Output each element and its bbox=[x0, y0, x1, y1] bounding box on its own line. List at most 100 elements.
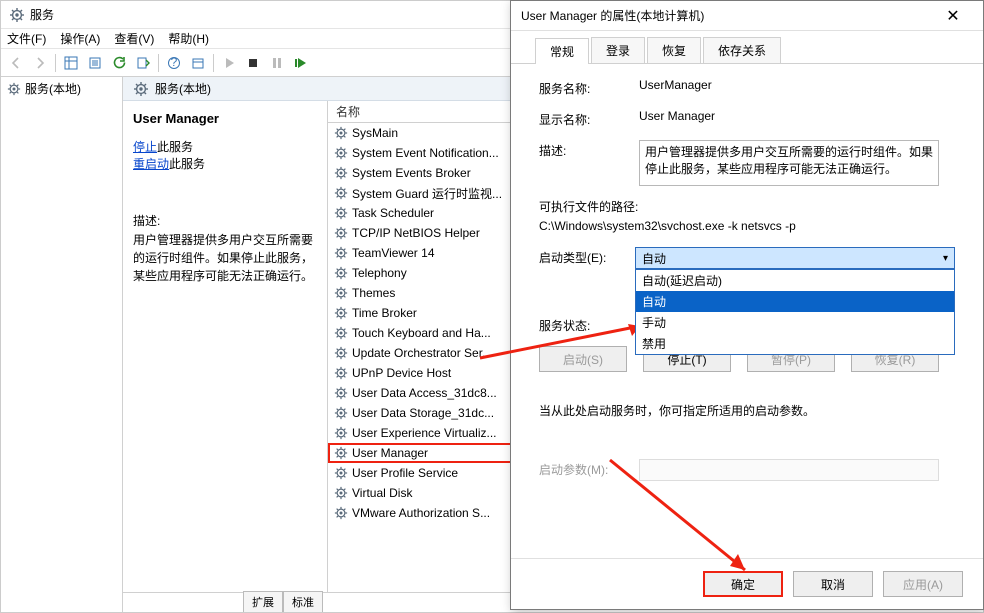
service-name: SysMain bbox=[352, 126, 398, 140]
tree-root-item[interactable]: 服务(本地) bbox=[1, 79, 122, 98]
gear-icon bbox=[334, 166, 348, 180]
pause-service-button bbox=[266, 52, 288, 74]
exe-path-label: 可执行文件的路径: bbox=[539, 198, 955, 215]
gear-icon bbox=[334, 226, 348, 240]
menu-help[interactable]: 帮助(H) bbox=[168, 30, 209, 47]
param-label: 启动参数(M): bbox=[539, 459, 639, 478]
stop-link[interactable]: 停止 bbox=[133, 140, 157, 154]
gear-icon bbox=[334, 146, 348, 160]
apply-button: 应用(A) bbox=[883, 571, 963, 597]
menu-action[interactable]: 操作(A) bbox=[60, 30, 100, 47]
start-param-note: 当从此处启动服务时，你可指定所适用的启动参数。 bbox=[539, 402, 955, 419]
service-name: Task Scheduler bbox=[352, 206, 434, 220]
properties-button[interactable] bbox=[84, 52, 106, 74]
forward-button bbox=[29, 52, 51, 74]
selected-service-name: User Manager bbox=[133, 111, 317, 126]
exe-path-value: C:\Windows\system32\svchost.exe -k netsv… bbox=[539, 219, 955, 233]
detail-view-button[interactable] bbox=[60, 52, 82, 74]
service-name: Time Broker bbox=[352, 306, 417, 320]
gear-icon bbox=[334, 446, 348, 460]
back-button bbox=[5, 52, 27, 74]
menu-file[interactable]: 文件(F) bbox=[7, 30, 46, 47]
menu-view[interactable]: 查看(V) bbox=[114, 30, 154, 47]
gear-icon bbox=[334, 426, 348, 440]
service-name: UPnP Device Host bbox=[352, 366, 451, 380]
desc-textbox[interactable]: 用户管理器提供多用户交互所需要的运行时组件。如果停止此服务，某些应用程序可能无法… bbox=[639, 140, 939, 186]
properties-dialog: User Manager 的属性(本地计算机) ✕ 常规 登录 恢复 依存关系 … bbox=[510, 0, 984, 610]
gear-icon bbox=[334, 326, 348, 340]
cancel-button[interactable]: 取消 bbox=[793, 571, 873, 597]
gear-icon bbox=[133, 81, 149, 97]
gear-icon bbox=[334, 266, 348, 280]
calendar-button[interactable] bbox=[187, 52, 209, 74]
startup-dropdown: 自动(延迟启动) 自动 手动 禁用 bbox=[635, 269, 955, 355]
service-name: Themes bbox=[352, 286, 395, 300]
ok-button[interactable]: 确定 bbox=[703, 571, 783, 597]
opt-auto[interactable]: 自动 bbox=[636, 291, 954, 312]
gear-icon bbox=[334, 206, 348, 220]
opt-manual[interactable]: 手动 bbox=[636, 312, 954, 333]
gear-icon bbox=[334, 306, 348, 320]
help-button[interactable]: ? bbox=[163, 52, 185, 74]
dialog-titlebar[interactable]: User Manager 的属性(本地计算机) ✕ bbox=[511, 1, 983, 31]
startup-type-select[interactable]: 自动 ▾ 自动(延迟启动) 自动 手动 禁用 bbox=[635, 247, 955, 269]
startup-label: 启动类型(E): bbox=[539, 247, 635, 266]
gear-icon bbox=[334, 286, 348, 300]
chevron-down-icon: ▾ bbox=[943, 253, 948, 264]
gear-icon bbox=[334, 186, 348, 200]
service-name: Update Orchestrator Ser... bbox=[352, 346, 492, 360]
tab-logon[interactable]: 登录 bbox=[591, 37, 645, 63]
opt-auto-delayed[interactable]: 自动(延迟启动) bbox=[636, 270, 954, 291]
tree-root-label: 服务(本地) bbox=[25, 80, 81, 97]
app-icon bbox=[9, 7, 25, 23]
window-title: 服务 bbox=[30, 6, 54, 23]
service-name: System Guard 运行时监视... bbox=[352, 185, 502, 202]
stop-service-button[interactable] bbox=[242, 52, 264, 74]
description-label: 描述: bbox=[133, 212, 317, 229]
gear-icon bbox=[334, 466, 348, 480]
content-header-label: 服务(本地) bbox=[155, 80, 211, 97]
opt-disabled[interactable]: 禁用 bbox=[636, 333, 954, 354]
tab-dependencies[interactable]: 依存关系 bbox=[703, 37, 781, 63]
gear-icon bbox=[334, 406, 348, 420]
startup-selected: 自动 bbox=[642, 250, 666, 267]
tab-extended[interactable]: 扩展 bbox=[243, 591, 283, 612]
stop-suffix: 此服务 bbox=[157, 140, 193, 154]
gear-icon bbox=[334, 366, 348, 380]
service-name: User Experience Virtualiz... bbox=[352, 426, 497, 440]
export-button[interactable] bbox=[132, 52, 154, 74]
service-detail-pane: User Manager 停止此服务 重启动此服务 描述: 用户管理器提供多用户… bbox=[123, 101, 328, 592]
restart-link[interactable]: 重启动 bbox=[133, 157, 169, 171]
state-label: 服务状态: bbox=[539, 315, 639, 334]
restart-suffix: 此服务 bbox=[169, 157, 205, 171]
gear-icon bbox=[334, 246, 348, 260]
tab-standard[interactable]: 标准 bbox=[283, 591, 323, 612]
description-text: 用户管理器提供多用户交互所需要的运行时组件。如果停止此服务，某些应用程序可能无法… bbox=[133, 231, 317, 285]
gear-icon bbox=[7, 82, 21, 96]
disp-name-label: 显示名称: bbox=[539, 109, 639, 128]
service-name: VMware Authorization S... bbox=[352, 506, 490, 520]
dialog-title: User Manager 的属性(本地计算机) bbox=[521, 7, 704, 24]
restart-service-button[interactable] bbox=[290, 52, 312, 74]
refresh-button[interactable] bbox=[108, 52, 130, 74]
service-name: TeamViewer 14 bbox=[352, 246, 435, 260]
tab-recovery[interactable]: 恢复 bbox=[647, 37, 701, 63]
svc-name-label: 服务名称: bbox=[539, 78, 639, 97]
dialog-tabs: 常规 登录 恢复 依存关系 bbox=[511, 31, 983, 64]
gear-icon bbox=[334, 126, 348, 140]
service-name: Touch Keyboard and Ha... bbox=[352, 326, 491, 340]
start-service-button bbox=[218, 52, 240, 74]
tab-general[interactable]: 常规 bbox=[535, 38, 589, 64]
svc-name-value: UserManager bbox=[639, 78, 955, 92]
service-name: System Events Broker bbox=[352, 166, 471, 180]
gear-icon bbox=[334, 506, 348, 520]
desc-label: 描述: bbox=[539, 140, 639, 159]
service-name: User Data Access_31dc8... bbox=[352, 386, 497, 400]
service-name: System Event Notification... bbox=[352, 146, 499, 160]
disp-name-value: User Manager bbox=[639, 109, 955, 123]
gear-icon bbox=[334, 346, 348, 360]
gear-icon bbox=[334, 386, 348, 400]
start-button: 启动(S) bbox=[539, 346, 627, 372]
close-icon[interactable]: ✕ bbox=[933, 6, 973, 26]
service-name: User Profile Service bbox=[352, 466, 458, 480]
